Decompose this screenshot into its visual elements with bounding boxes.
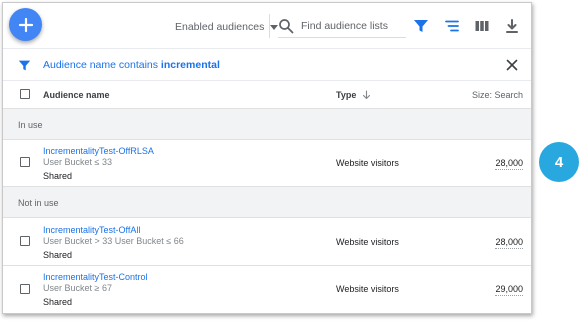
audience-status-dropdown[interactable]: Enabled audiences <box>175 18 279 36</box>
filter-prefix: Audience name contains <box>43 59 161 71</box>
filter-term: incremental <box>160 59 220 71</box>
callout-badge: 4 <box>539 142 579 182</box>
active-filter-bar: Audience name contains incremental <box>3 48 531 81</box>
group-row-in-use: In use <box>3 109 531 140</box>
table-row[interactable]: IncrementalityTest-OffRLSA User Bucket ≤… <box>3 140 531 187</box>
column-header-name[interactable]: Audience name <box>43 90 110 100</box>
audience-lists-panel: Enabled audiences Find audience lists Au… <box>2 2 532 314</box>
add-audience-button[interactable] <box>9 8 42 41</box>
audience-name-link[interactable]: IncrementalityTest-OffAll <box>43 225 140 235</box>
audience-status-label: Enabled audiences <box>175 21 265 33</box>
filter-icon[interactable] <box>413 18 429 34</box>
audience-rule: User Bucket ≤ 33 <box>43 157 112 167</box>
audience-rule: User Bucket > 33 User Bucket ≤ 66 <box>43 236 184 246</box>
search-input[interactable] <box>301 16 405 36</box>
audience-name-link[interactable]: IncrementalityTest-Control <box>43 272 148 282</box>
segment-icon[interactable] <box>444 18 460 34</box>
select-all-checkbox[interactable] <box>20 89 30 99</box>
audience-access: Shared <box>43 250 73 260</box>
row-checkbox[interactable] <box>20 157 30 167</box>
audience-type: Website visitors <box>336 284 399 294</box>
group-row-not-in-use: Not in use <box>3 187 531 218</box>
plus-icon <box>18 17 33 32</box>
audience-name-link[interactable]: IncrementalityTest-OffRLSA <box>43 146 154 156</box>
arrow-down-icon <box>363 90 371 100</box>
audience-size: 28,000 <box>495 158 523 170</box>
column-header-size[interactable]: Size: Search <box>472 90 523 100</box>
toolbar-divider <box>269 14 270 38</box>
table-header: Audience name Type Size: Search <box>3 81 531 109</box>
table-row[interactable]: IncrementalityTest-Control User Bucket ≥… <box>3 266 531 313</box>
row-checkbox[interactable] <box>20 284 30 294</box>
search-box <box>278 16 406 38</box>
download-icon[interactable] <box>504 18 520 34</box>
filter-icon <box>18 60 31 71</box>
audience-size: 29,000 <box>495 284 523 296</box>
audience-rule: User Bucket ≥ 67 <box>43 283 112 293</box>
audience-access: Shared <box>43 171 73 181</box>
column-header-type-label: Type <box>336 90 357 100</box>
table-row[interactable]: IncrementalityTest-OffAll User Bucket > … <box>3 218 531 266</box>
audience-size: 28,000 <box>495 237 523 249</box>
group-label: Not in use <box>18 198 59 208</box>
active-filter-chip[interactable]: Audience name contains incremental <box>43 59 220 71</box>
close-icon[interactable] <box>506 59 518 71</box>
toolbar: Enabled audiences <box>3 3 531 48</box>
audience-type: Website visitors <box>336 158 399 168</box>
column-header-type[interactable]: Type <box>336 90 371 100</box>
audience-type: Website visitors <box>336 237 399 247</box>
group-label: In use <box>18 120 43 130</box>
search-icon <box>279 19 294 34</box>
audience-access: Shared <box>43 297 73 307</box>
columns-icon[interactable] <box>474 18 490 34</box>
row-checkbox[interactable] <box>20 236 30 246</box>
